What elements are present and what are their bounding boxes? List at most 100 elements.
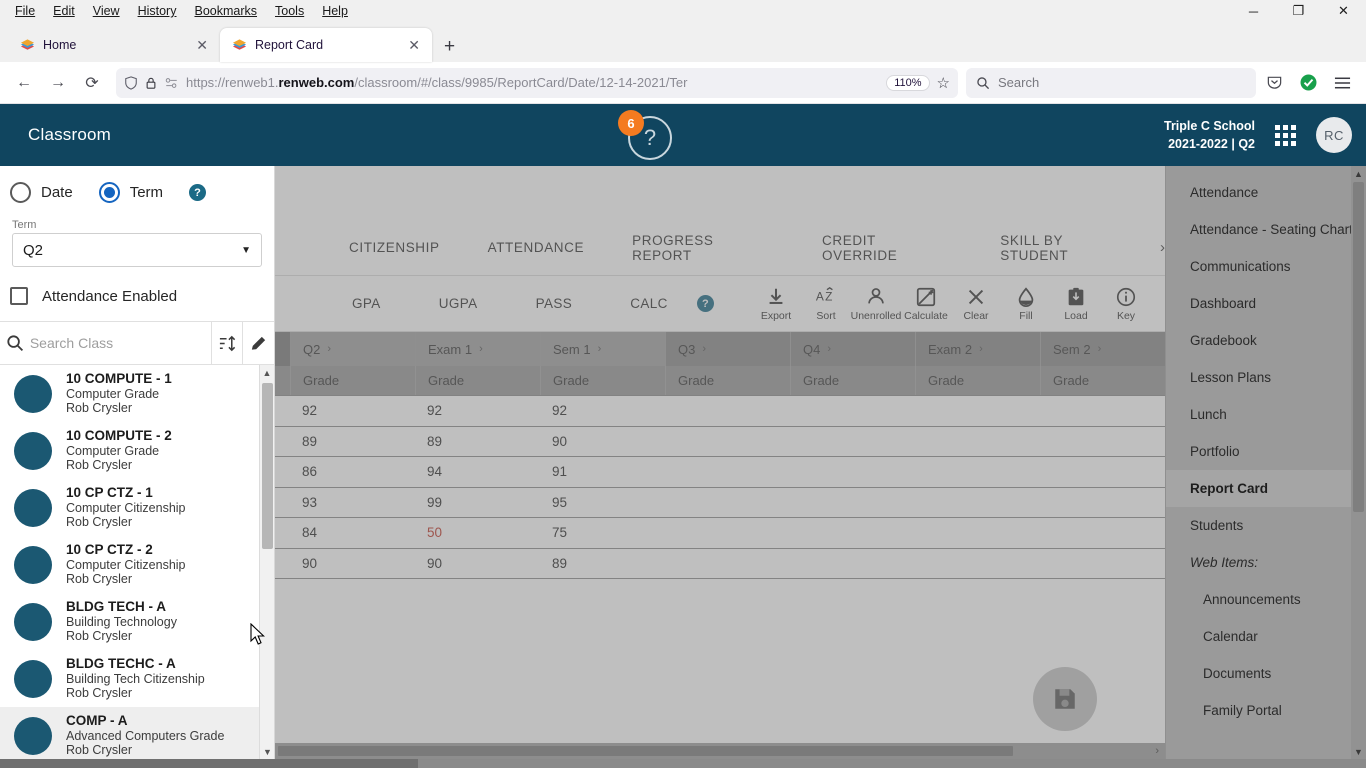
table-row[interactable]: 93 99 95 bbox=[275, 488, 1165, 518]
horizontal-scrollbar[interactable]: › bbox=[275, 743, 1165, 759]
tabs-next-arrow-icon[interactable]: › bbox=[1156, 239, 1165, 256]
table-row[interactable]: 86 94 91 bbox=[275, 457, 1165, 488]
grade-cell[interactable]: 89 bbox=[540, 549, 665, 579]
list-item[interactable]: 10 CP CTZ - 2 Computer Citizenship Rob C… bbox=[0, 536, 274, 593]
grid-column-q4[interactable]: Q4 › bbox=[790, 332, 915, 366]
list-item[interactable]: COMP - A Advanced Computers Grade Rob Cr… bbox=[0, 707, 274, 759]
grade-cell[interactable] bbox=[790, 518, 915, 548]
grid-column-exam2[interactable]: Exam 2 › bbox=[915, 332, 1040, 366]
url-bar[interactable]: https://renweb1.renweb.com/classroom/#/c… bbox=[116, 67, 958, 98]
sort-button[interactable]: A Z Sort bbox=[801, 286, 851, 322]
radio-date[interactable] bbox=[10, 182, 31, 203]
sidebar-item-lesson-plans[interactable]: Lesson Plans bbox=[1166, 359, 1366, 396]
table-row[interactable]: 92 92 92 bbox=[275, 396, 1165, 427]
grade-cell[interactable] bbox=[1040, 427, 1165, 457]
back-button[interactable]: ← bbox=[8, 67, 40, 99]
scroll-down-icon[interactable]: ▼ bbox=[260, 744, 274, 759]
browser-search-bar[interactable]: Search bbox=[966, 67, 1256, 98]
table-row[interactable]: 89 89 90 bbox=[275, 427, 1165, 457]
pass-button[interactable]: PASS bbox=[507, 296, 602, 311]
grade-cell[interactable] bbox=[915, 518, 1040, 548]
menu-bookmarks[interactable]: Bookmarks bbox=[185, 2, 266, 20]
scrollbar-thumb[interactable] bbox=[1353, 182, 1364, 512]
scroll-down-icon[interactable]: ▼ bbox=[1351, 744, 1366, 759]
tab-attendance[interactable]: ATTENDANCE bbox=[464, 240, 609, 255]
grade-cell-failing[interactable]: 50 bbox=[415, 518, 540, 548]
unenrolled-button[interactable]: Unenrolled bbox=[851, 286, 901, 322]
sidebar-item-portfolio[interactable]: Portfolio bbox=[1166, 433, 1366, 470]
grade-cell[interactable]: 94 bbox=[415, 457, 540, 487]
sidebar-item-communications[interactable]: Communications bbox=[1166, 248, 1366, 285]
load-button[interactable]: Load bbox=[1051, 286, 1101, 322]
tab-credit-override[interactable]: CREDIT OVERRIDE bbox=[798, 233, 976, 263]
grade-cell[interactable] bbox=[1040, 518, 1165, 548]
save-button[interactable] bbox=[1033, 667, 1097, 731]
hscrollbar-thumb[interactable] bbox=[278, 746, 1013, 756]
grid-column-q2[interactable]: Q2 › bbox=[290, 332, 415, 366]
tab-skill-by-student[interactable]: SKILL BY STUDENT bbox=[976, 233, 1156, 263]
tab-home[interactable]: Home ✕ bbox=[8, 28, 220, 62]
term-help-icon[interactable]: ? bbox=[189, 184, 207, 201]
forward-button[interactable]: → bbox=[42, 67, 74, 99]
grid-column-exam1[interactable]: Exam 1 › bbox=[415, 332, 540, 366]
sidebar-item-documents[interactable]: Documents bbox=[1166, 655, 1366, 692]
list-item[interactable]: BLDG TECHC - A Building Tech Citizenship… bbox=[0, 650, 274, 707]
grade-cell[interactable] bbox=[665, 549, 790, 579]
reload-button[interactable]: ⟳ bbox=[76, 67, 108, 99]
grade-cell[interactable]: 90 bbox=[415, 549, 540, 579]
hscroll-right-arrow-icon[interactable]: › bbox=[1155, 745, 1165, 757]
grade-cell[interactable] bbox=[915, 549, 1040, 579]
new-tab-button[interactable]: + bbox=[432, 36, 465, 62]
menu-file[interactable]: File bbox=[6, 2, 44, 20]
grade-cell[interactable] bbox=[790, 488, 915, 518]
tab-citizenship[interactable]: CITIZENSHIP bbox=[325, 240, 464, 255]
grade-cell[interactable]: 99 bbox=[415, 488, 540, 518]
grade-cell[interactable] bbox=[790, 457, 915, 487]
grade-cell[interactable] bbox=[790, 396, 915, 426]
right-nav-scrollbar[interactable]: ▲ ▼ bbox=[1351, 166, 1366, 759]
menu-history[interactable]: History bbox=[129, 2, 186, 20]
tab-progress-report[interactable]: PROGRESS REPORT bbox=[608, 233, 798, 263]
grade-cell[interactable] bbox=[665, 427, 790, 457]
list-item[interactable]: 10 COMPUTE - 1 Computer Grade Rob Crysle… bbox=[0, 365, 274, 422]
list-item[interactable]: BLDG TECH - A Building Technology Rob Cr… bbox=[0, 593, 274, 650]
sidebar-item-attendance-seating-chart[interactable]: Attendance - Seating Chart bbox=[1166, 211, 1366, 248]
tab-report-card-close-icon[interactable]: ✕ bbox=[404, 37, 424, 54]
menu-edit[interactable]: Edit bbox=[44, 2, 84, 20]
menu-help[interactable]: Help bbox=[313, 2, 357, 20]
grade-cell[interactable]: 92 bbox=[290, 396, 415, 426]
fill-button[interactable]: Fill bbox=[1001, 286, 1051, 322]
sidebar-item-students[interactable]: Students bbox=[1166, 507, 1366, 544]
sidebar-item-family-portal[interactable]: Family Portal bbox=[1166, 692, 1366, 729]
grade-cell[interactable] bbox=[790, 549, 915, 579]
pocket-icon[interactable] bbox=[1258, 67, 1290, 99]
tab-report-card[interactable]: Report Card ✕ bbox=[220, 28, 432, 62]
attendance-enabled-checkbox[interactable] bbox=[10, 287, 28, 305]
sidebar-item-lunch[interactable]: Lunch bbox=[1166, 396, 1366, 433]
grade-cell[interactable]: 75 bbox=[540, 518, 665, 548]
scrollbar-thumb[interactable] bbox=[262, 383, 273, 549]
attendance-enabled-row[interactable]: Attendance Enabled bbox=[0, 267, 274, 321]
sidebar-item-gradebook[interactable]: Gradebook bbox=[1166, 322, 1366, 359]
calculate-button[interactable]: Calculate bbox=[901, 286, 951, 322]
grade-cell[interactable] bbox=[915, 427, 1040, 457]
calc-button[interactable]: CALC bbox=[601, 296, 697, 311]
sidebar-item-dashboard[interactable]: Dashboard bbox=[1166, 285, 1366, 322]
grade-cell[interactable] bbox=[915, 396, 1040, 426]
close-window-button[interactable]: ✕ bbox=[1321, 0, 1366, 27]
pencil-icon[interactable] bbox=[242, 321, 274, 365]
grid-column-sem2[interactable]: Sem 2 › bbox=[1040, 332, 1165, 366]
list-item[interactable]: 10 COMPUTE - 2 Computer Grade Rob Crysle… bbox=[0, 422, 274, 479]
ugpa-button[interactable]: UGPA bbox=[410, 296, 507, 311]
sidebar-item-announcements[interactable]: Announcements bbox=[1166, 581, 1366, 618]
scroll-up-icon[interactable]: ▲ bbox=[260, 365, 274, 380]
scroll-up-icon[interactable]: ▲ bbox=[1351, 166, 1366, 181]
menu-tools[interactable]: Tools bbox=[266, 2, 313, 20]
tab-home-close-icon[interactable]: ✕ bbox=[192, 37, 212, 54]
grade-cell[interactable] bbox=[1040, 549, 1165, 579]
sidebar-item-calendar[interactable]: Calendar bbox=[1166, 618, 1366, 655]
grade-cell[interactable]: 84 bbox=[290, 518, 415, 548]
grade-cell[interactable]: 91 bbox=[540, 457, 665, 487]
search-class-input[interactable] bbox=[29, 335, 211, 351]
sidebar-item-report-card[interactable]: Report Card bbox=[1166, 470, 1366, 507]
